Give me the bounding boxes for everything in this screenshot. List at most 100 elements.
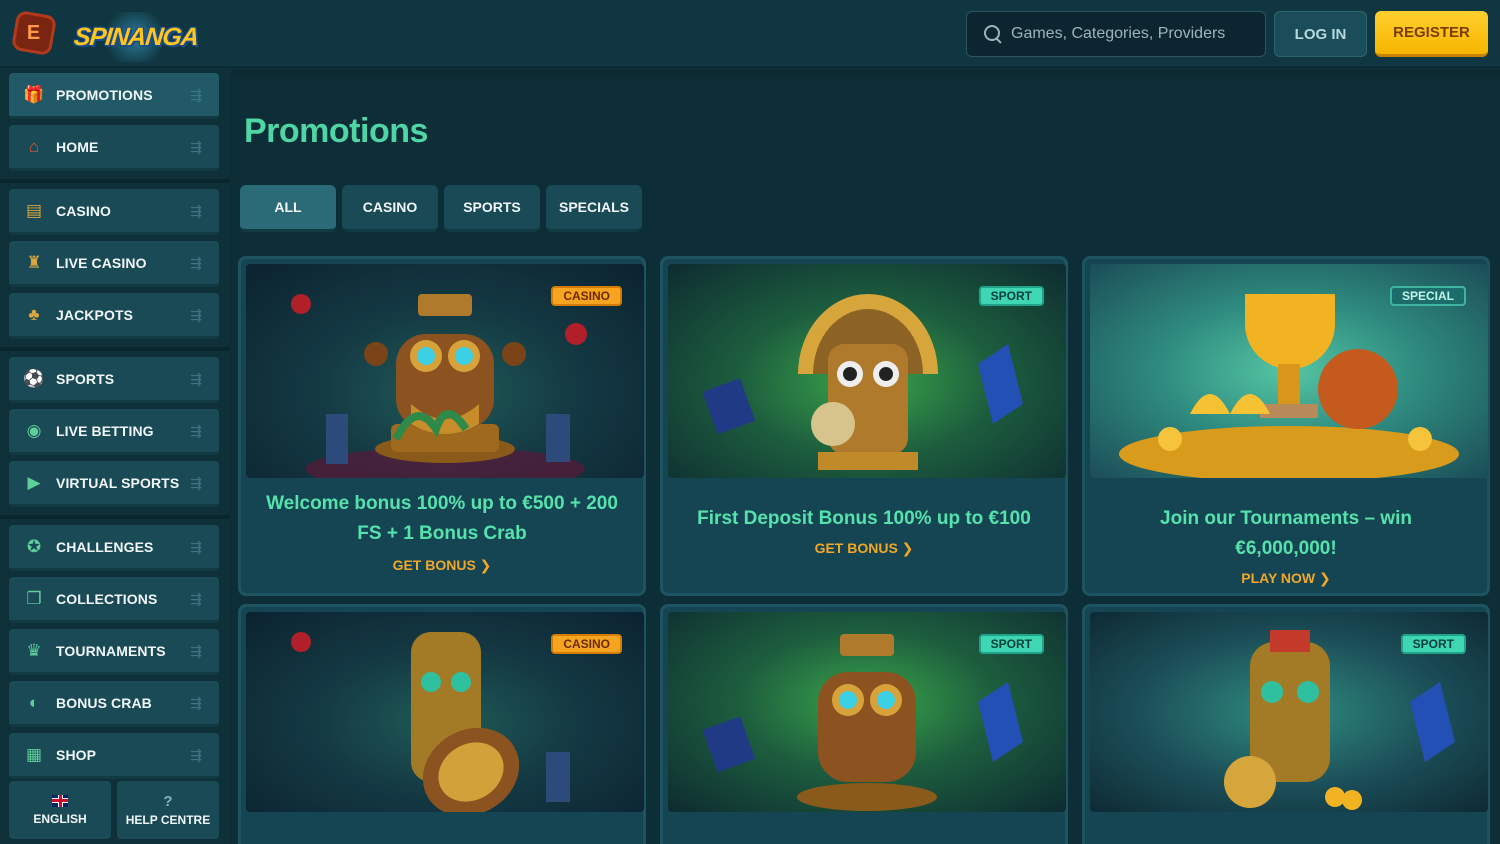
crab-icon: ◐ xyxy=(28,692,40,712)
sidebar-item-label: LIVE CASINO xyxy=(56,254,147,271)
chevron-right-icon: ⇶ xyxy=(190,306,202,323)
top-header: E SPINANGA LOG IN REGISTER xyxy=(0,0,1500,68)
help-icon: ? xyxy=(163,793,173,810)
promo-card[interactable]: SPORT xyxy=(1082,604,1490,844)
sidebar-item-virtual-sports[interactable]: ▶ VIRTUAL SPORTS ⇶ xyxy=(9,461,219,507)
promo-title: Welcome bonus 100% up to €500 + 200 FS +… xyxy=(266,493,618,544)
sidebar-item-live-betting[interactable]: ◉ LIVE BETTING ⇶ xyxy=(9,409,219,455)
search-icon xyxy=(983,24,1003,44)
sidebar-item-label: SHOP xyxy=(56,746,97,763)
sidebar-divider xyxy=(0,347,230,351)
promo-image: CASINO xyxy=(246,612,644,812)
sidebar-item-sports[interactable]: ⚽ SPORTS ⇶ xyxy=(9,357,219,403)
casino-icon: ▤ xyxy=(25,200,43,220)
menu-badge-glyph: E xyxy=(27,21,41,44)
category-badge: CASINO xyxy=(551,634,622,654)
clover-icon: ♣ xyxy=(28,304,40,324)
sidebar-item-label: LIVE BETTING xyxy=(56,422,154,439)
chevron-right-icon: ⇶ xyxy=(190,422,202,439)
register-button[interactable]: REGISTER xyxy=(1375,11,1488,57)
sidebar-item-home[interactable]: ⌂ HOME ⇶ xyxy=(9,125,219,171)
promo-card[interactable]: CASINO xyxy=(238,604,646,844)
live-icon: ◉ xyxy=(26,420,42,440)
help-label: HELP CENTRE xyxy=(125,813,211,827)
sidebar-item-label: COLLECTIONS xyxy=(56,590,158,607)
get-bonus-link[interactable]: GET BONUS ❯ xyxy=(241,557,643,574)
chevron-right-icon: ⇶ xyxy=(190,746,202,763)
tab-specials[interactable]: SPECIALS xyxy=(546,185,642,232)
help-centre-button[interactable]: ? HELP CENTRE xyxy=(117,781,219,839)
sidebar-item-label: BONUS CRAB xyxy=(56,694,152,711)
promo-title: First Deposit Bonus 100% up to €100 xyxy=(697,508,1031,529)
chevron-right-icon: ⇶ xyxy=(190,694,202,711)
uk-flag-icon xyxy=(52,794,68,807)
sidebar-item-label: SPORTS xyxy=(56,370,115,387)
promo-card[interactable]: SPORT xyxy=(660,604,1068,844)
promo-card[interactable]: SPECIAL Join our Tournaments – win €6,00… xyxy=(1082,256,1490,596)
chevron-right-icon: ⇶ xyxy=(190,642,202,659)
chevron-right-icon: ⇶ xyxy=(190,138,202,155)
search-box[interactable] xyxy=(966,11,1266,57)
chevron-right-icon: ⇶ xyxy=(190,86,202,103)
play-now-link[interactable]: PLAY NOW ❯ xyxy=(1085,570,1487,587)
promo-body: Welcome bonus 100% up to €500 + 200 FS +… xyxy=(241,489,643,574)
logo-text: SPINANGA xyxy=(72,22,200,51)
category-badge: SPORT xyxy=(978,286,1044,306)
tab-sports[interactable]: SPORTS xyxy=(444,185,540,232)
trophy-icon: ♛ xyxy=(26,640,42,660)
category-badge: SPECIAL xyxy=(1389,286,1466,306)
sidebar-item-promotions[interactable]: 🎁 PROMOTIONS ⇶ xyxy=(9,73,219,119)
chevron-right-icon: ⇶ xyxy=(190,474,202,491)
sidebar-item-label: CHALLENGES xyxy=(56,538,154,555)
dealer-icon: ♜ xyxy=(26,252,42,272)
sidebar: 🎁 PROMOTIONS ⇶ ⌂ HOME ⇶ ▤ CASINO ⇶ ♜ LIV… xyxy=(0,68,230,844)
promo-card[interactable]: SPORT First Deposit Bonus 100% up to €10… xyxy=(660,256,1068,596)
language-label: ENGLISH xyxy=(33,811,87,826)
sidebar-item-collections[interactable]: ❐ COLLECTIONS ⇶ xyxy=(9,577,219,623)
sidebar-item-label: JACKPOTS xyxy=(56,306,134,323)
category-badge: SPORT xyxy=(1400,634,1466,654)
sidebar-divider xyxy=(0,179,230,183)
chevron-right-icon: ⇶ xyxy=(190,538,202,555)
category-badge: SPORT xyxy=(978,634,1044,654)
tab-all[interactable]: ALL xyxy=(240,185,336,232)
shop-icon: ▦ xyxy=(25,744,43,764)
sidebar-item-label: TOURNAMENTS xyxy=(56,642,166,659)
sidebar-item-label: HOME xyxy=(56,138,99,155)
sidebar-item-challenges[interactable]: ✪ CHALLENGES ⇶ xyxy=(9,525,219,571)
login-button[interactable]: LOG IN xyxy=(1274,11,1367,57)
gift-icon: 🎁 xyxy=(23,84,45,104)
promo-body: First Deposit Bonus 100% up to €100 GET … xyxy=(663,504,1065,557)
home-icon: ⌂ xyxy=(28,136,40,156)
sidebar-item-shop[interactable]: ▦ SHOP ⇶ xyxy=(9,733,219,779)
sidebar-item-label: VIRTUAL SPORTS xyxy=(56,474,180,491)
medal-icon: ✪ xyxy=(26,536,42,556)
language-button[interactable]: ENGLISH xyxy=(9,781,111,839)
menu-badge-icon[interactable]: E xyxy=(10,9,58,57)
play-icon: ▶ xyxy=(27,472,41,492)
search-input[interactable] xyxy=(1011,25,1251,43)
content-top-border xyxy=(232,70,1500,76)
category-badge: CASINO xyxy=(551,286,622,306)
chevron-right-icon: ⇶ xyxy=(190,254,202,271)
promo-image: SPORT xyxy=(668,264,1066,478)
cards-icon: ❐ xyxy=(26,588,42,608)
tab-casino[interactable]: CASINO xyxy=(342,185,438,232)
sidebar-item-bonus-crab[interactable]: ◐ BONUS CRAB ⇶ xyxy=(9,681,219,727)
promo-title: Join our Tournaments – win €6,000,000! xyxy=(1160,508,1412,559)
sidebar-item-live-casino[interactable]: ♜ LIVE CASINO ⇶ xyxy=(9,241,219,287)
sidebar-item-label: CASINO xyxy=(56,202,112,219)
sidebar-item-casino[interactable]: ▤ CASINO ⇶ xyxy=(9,189,219,235)
site-logo[interactable]: SPINANGA xyxy=(73,12,200,62)
promo-card[interactable]: CASINO Welcome bonus 100% up to €500 + 2… xyxy=(238,256,646,596)
get-bonus-link[interactable]: GET BONUS ❯ xyxy=(663,540,1065,557)
promo-image: CASINO xyxy=(246,264,644,478)
promo-image: SPORT xyxy=(1090,612,1488,812)
promo-image: SPECIAL xyxy=(1090,264,1488,478)
chevron-right-icon: ⇶ xyxy=(190,370,202,387)
sidebar-item-jackpots[interactable]: ♣ JACKPOTS ⇶ xyxy=(9,293,219,339)
page-title: Promotions xyxy=(244,112,428,150)
soccer-ball-icon: ⚽ xyxy=(23,368,45,388)
sidebar-item-tournaments[interactable]: ♛ TOURNAMENTS ⇶ xyxy=(9,629,219,675)
sidebar-divider xyxy=(0,515,230,519)
